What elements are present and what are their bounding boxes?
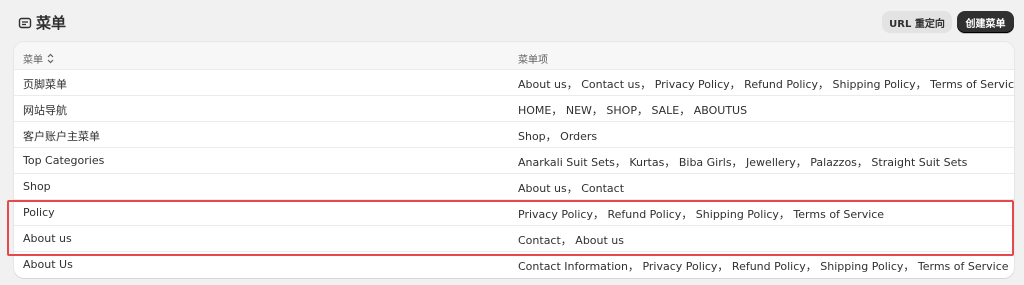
table-row[interactable]: 页脚菜单 About us， Contact us， Privacy Polic…	[14, 70, 1014, 96]
table-header: 菜单 菜单项	[14, 42, 1014, 70]
page-header: 菜单 URL 重定向 创建菜单	[0, 0, 1024, 42]
menu-items: Anarkali Suit Sets， Kurtas， Biba Girls， …	[518, 156, 968, 169]
table-row[interactable]: Policy Privacy Policy， Refund Policy， Sh…	[14, 200, 1014, 226]
table-row[interactable]: 客户账户主菜单 Shop， Orders	[14, 122, 1014, 148]
column-header-menu[interactable]: 菜单	[23, 51, 55, 66]
menu-name[interactable]: 客户账户主菜单	[23, 128, 100, 144]
menu-name[interactable]: About Us	[23, 258, 73, 271]
table-row[interactable]: Top Categories Anarkali Suit Sets， Kurta…	[14, 148, 1014, 174]
column-header-menu-label: 菜单	[23, 55, 43, 66]
menu-name[interactable]: Top Categories	[23, 154, 104, 167]
column-header-menu-items: 菜单项	[518, 51, 548, 66]
url-redirect-button[interactable]: URL 重定向	[882, 11, 952, 33]
column-header-menu-items-label: 菜单项	[518, 55, 548, 66]
create-menu-button[interactable]: 创建菜单	[957, 11, 1014, 33]
table-row[interactable]: About us Contact， About us	[14, 226, 1014, 252]
page-title-text: 菜单	[36, 14, 67, 32]
menu-name[interactable]: 网站导航	[23, 102, 67, 118]
menu-items: Shop， Orders	[518, 130, 598, 143]
menu-items: Contact， About us	[518, 234, 625, 247]
menu-name[interactable]: Policy	[23, 206, 55, 219]
menu-items: Privacy Policy， Refund Policy， Shipping …	[518, 208, 885, 221]
menu-name[interactable]: About us	[23, 232, 72, 245]
menu-items: About us， Contact us， Privacy Policy， Re…	[518, 78, 1014, 91]
menus-table-card: 菜单 菜单项 页脚菜单 About us， Contact us， Privac…	[14, 42, 1014, 278]
page-title: 菜单	[18, 12, 66, 33]
table-row[interactable]: About Us Contact Information， Privacy Po…	[14, 252, 1014, 278]
menu-items: About us， Contact	[518, 182, 625, 195]
menu-items: Contact Information， Privacy Policy， Ref…	[518, 260, 1009, 273]
menu-box-icon	[18, 17, 32, 28]
table-row[interactable]: Shop About us， Contact	[14, 174, 1014, 200]
menu-name[interactable]: 页脚菜单	[23, 76, 67, 92]
menu-name[interactable]: Shop	[23, 180, 51, 193]
table-row[interactable]: 网站导航 HOME， NEW， SHOP， SALE， ABOUTUS	[14, 96, 1014, 122]
sort-icon[interactable]	[46, 53, 55, 64]
menu-items: HOME， NEW， SHOP， SALE， ABOUTUS	[518, 104, 748, 117]
